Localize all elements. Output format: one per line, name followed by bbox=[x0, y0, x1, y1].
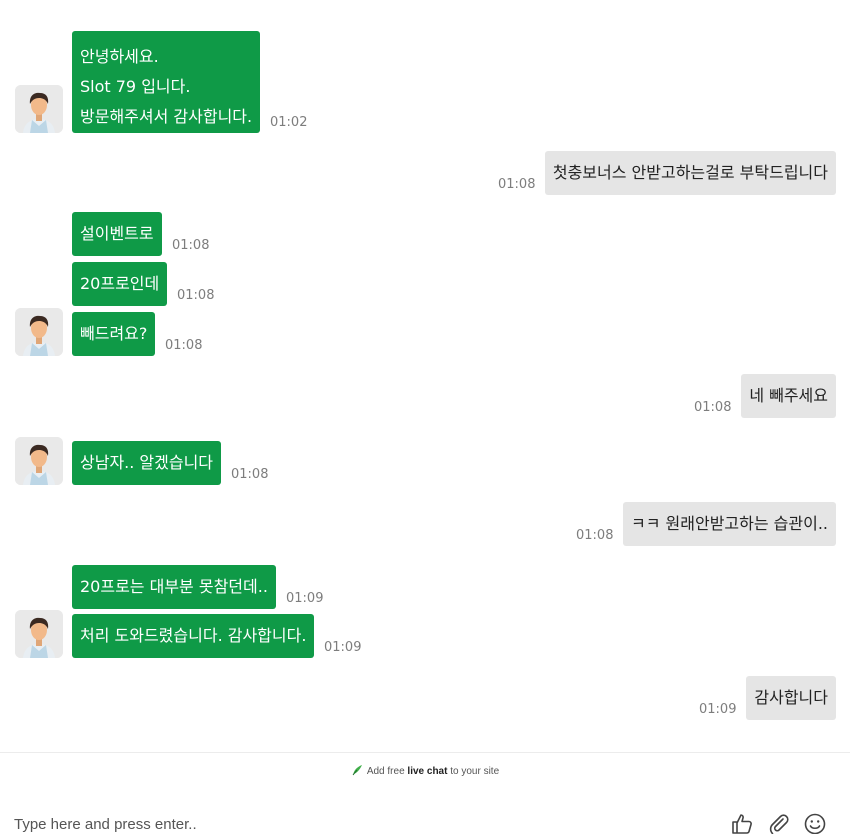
message-timestamp: 01:09 bbox=[699, 702, 737, 717]
visitor-message-bubble: 감사합니다 bbox=[746, 676, 836, 720]
message-timestamp: 01:08 bbox=[172, 238, 210, 253]
emoji-icon[interactable] bbox=[803, 812, 827, 834]
thumbs-up-icon[interactable] bbox=[730, 812, 754, 834]
branding-bold: live chat bbox=[407, 766, 448, 777]
agent-message-bubble: 처리 도와드렸습니다. 감사합니다. bbox=[72, 614, 315, 658]
message-timestamp: 01:09 bbox=[286, 591, 324, 606]
message-timestamp: 01:08 bbox=[694, 400, 732, 415]
composer bbox=[0, 806, 850, 834]
message-timestamp: 01:09 bbox=[324, 640, 362, 655]
agent-message-bubble: 상남자.. 알겠습니다 bbox=[72, 441, 222, 485]
agent-avatar bbox=[15, 437, 63, 485]
message-line: 첫충보너스 안받고하는걸로 부탁드립니다 bbox=[552, 163, 828, 182]
message-line: Slot 79 입니다. bbox=[80, 77, 191, 96]
message-timestamp: 01:02 bbox=[270, 115, 308, 130]
message-line: 20프로인데 bbox=[80, 274, 160, 293]
visitor-message-bubble: ㅋㅋ 원래안받고하는 습관이.. bbox=[623, 502, 836, 546]
message-line: 네 빼주세요 bbox=[749, 386, 828, 405]
paperclip-icon[interactable] bbox=[767, 812, 791, 834]
message-line: 안녕하세요. bbox=[80, 47, 159, 66]
message-line: ㅋㅋ 원래안받고하는 습관이.. bbox=[631, 514, 828, 533]
visitor-message-bubble: 첫충보너스 안받고하는걸로 부탁드립니다 bbox=[544, 151, 836, 195]
agent-message-bubble: 20프로인데 bbox=[72, 262, 168, 306]
message-line: 20프로는 대부분 못참던데.. bbox=[80, 577, 268, 596]
message-line: 감사합니다 bbox=[754, 688, 828, 707]
message-timestamp: 01:08 bbox=[177, 288, 215, 303]
agent-avatar bbox=[15, 610, 63, 658]
message-timestamp: 01:08 bbox=[165, 338, 203, 353]
chat-transcript: 안녕하세요. Slot 79 입니다. 방문해주셔서 감사합니다. 01:02 첫충보너… bbox=[0, 0, 850, 752]
agent-avatar bbox=[15, 85, 63, 133]
message-line: 방문해주셔서 감사합니다. bbox=[80, 107, 253, 126]
agent-message-bubble: 20프로는 대부분 못참던데.. bbox=[72, 565, 276, 609]
agent-avatar bbox=[15, 308, 63, 356]
branding-link[interactable]: Add free live chat to your site bbox=[0, 764, 850, 777]
brand-leaf-icon bbox=[351, 764, 363, 776]
message-line: 설이벤트로 bbox=[80, 224, 154, 243]
agent-message-bubble: 빼드려요? bbox=[72, 312, 156, 356]
footer-divider bbox=[0, 752, 850, 753]
branding-suffix: to your site bbox=[450, 766, 500, 777]
message-line: 처리 도와드렸습니다. 감사합니다. bbox=[80, 626, 307, 645]
message-input[interactable] bbox=[14, 812, 694, 834]
message-timestamp: 01:08 bbox=[498, 177, 536, 192]
branding-prefix: Add free bbox=[366, 766, 405, 777]
message-timestamp: 01:08 bbox=[576, 528, 614, 543]
message-line: 빼드려요? bbox=[80, 324, 148, 343]
agent-message-bubble: 안녕하세요. Slot 79 입니다. 방문해주셔서 감사합니다. bbox=[72, 31, 261, 133]
message-line: 상남자.. 알겠습니다 bbox=[80, 453, 214, 472]
agent-message-bubble: 설이벤트로 bbox=[72, 212, 162, 256]
visitor-message-bubble: 네 빼주세요 bbox=[741, 374, 836, 418]
message-timestamp: 01:08 bbox=[231, 467, 269, 482]
